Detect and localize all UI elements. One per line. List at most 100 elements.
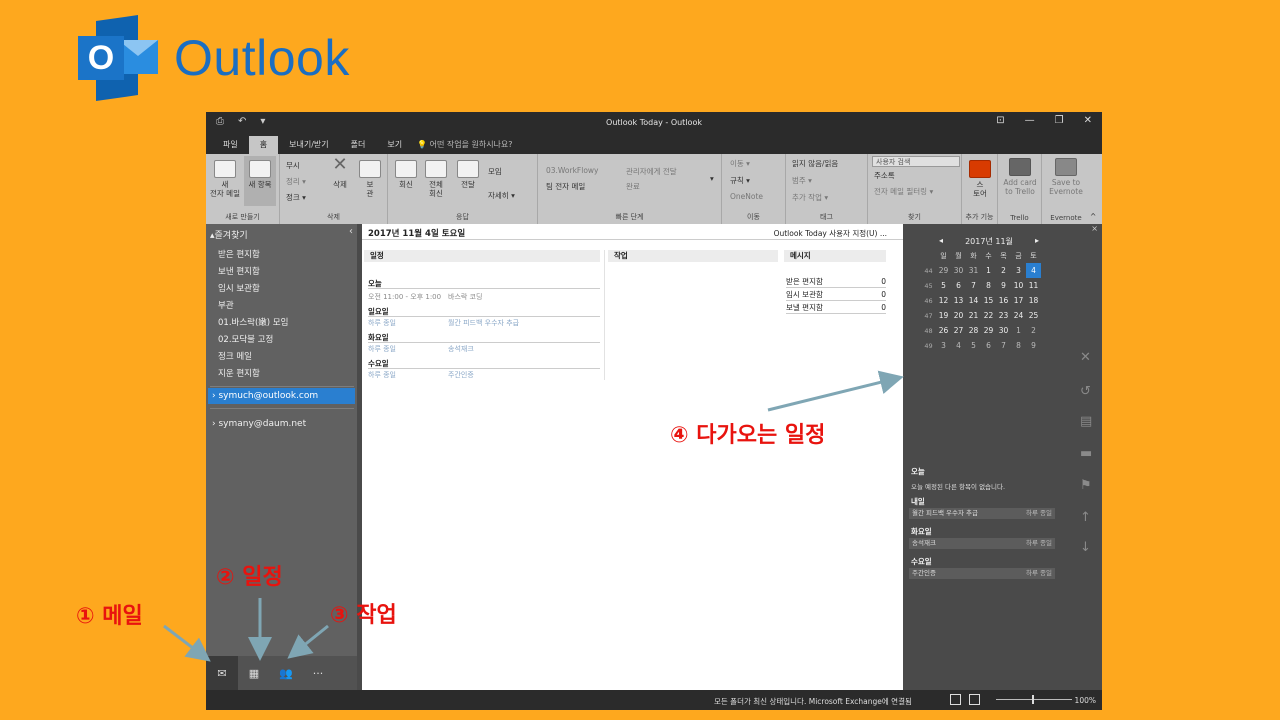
tab-folder[interactable]: 폴더 [340, 136, 377, 154]
quickstep-workflowy[interactable]: 03.WorkFlowy [546, 166, 598, 175]
calendar-day[interactable]: 9 [996, 278, 1011, 293]
maximize-button[interactable]: ❐ [1055, 115, 1064, 126]
new-items-button[interactable]: 새 항목 [244, 156, 276, 206]
collapse-ribbon-icon[interactable]: ^ [1090, 212, 1096, 221]
reply-icon[interactable]: ↺ [1080, 384, 1091, 399]
calendar-day[interactable]: 27 [951, 323, 966, 338]
save-to-evernote-button[interactable]: Save to Evernote [1044, 158, 1088, 196]
message-row-outbox[interactable]: 보낼 편지함 0 [786, 302, 886, 314]
calendar-day[interactable]: 16 [996, 293, 1011, 308]
prev-month-icon[interactable]: ◂ [939, 236, 943, 247]
quickstep-team-mail[interactable]: 팀 전자 메일 [546, 181, 585, 192]
unread-read-button[interactable]: 읽지 않음/읽음 [792, 158, 838, 169]
calendar-day-today[interactable]: 4 [1026, 263, 1041, 278]
calendar-day[interactable]: 1 [981, 263, 996, 278]
address-book-button[interactable]: 주소록 [874, 170, 895, 181]
calendar-day[interactable]: 7 [966, 278, 981, 293]
folder-inbox[interactable]: 받은 편지함 [218, 248, 260, 260]
zoom-level[interactable]: 100% [1075, 696, 1096, 705]
customize-today-link[interactable]: Outlook Today 사용자 지정(U) ... [774, 228, 887, 239]
appointment-time[interactable]: 하루 종일 [368, 370, 396, 380]
archive-icon[interactable]: ▬ [1080, 446, 1092, 461]
calendar-day[interactable]: 24 [1011, 308, 1026, 323]
tab-view[interactable]: 보기 [376, 136, 413, 154]
calendar-day[interactable]: 3 [1011, 263, 1026, 278]
reading-view-button[interactable] [969, 694, 980, 705]
agenda-item[interactable]: 주간인증 하루 종일 [909, 568, 1055, 579]
arrow-down-icon[interactable]: ↓ [1080, 540, 1091, 555]
calendar-day[interactable]: 6 [981, 338, 996, 353]
minimize-button[interactable]: — [1025, 115, 1035, 126]
calendar-day[interactable]: 15 [981, 293, 996, 308]
calendar-day[interactable]: 4 [951, 338, 966, 353]
account-symany[interactable]: › symany@daum.net [208, 416, 355, 432]
calendar-day[interactable]: 30 [951, 263, 966, 278]
meeting-button[interactable]: 모임 [488, 166, 502, 177]
calendar-day[interactable]: 1 [1011, 323, 1026, 338]
appointment-subject[interactable]: 송석재크 [448, 344, 474, 354]
messages-column-header[interactable]: 메시지 [784, 250, 886, 262]
delete-button[interactable]: ✕ 삭제 [328, 156, 352, 190]
tasks-column-header[interactable]: 작업 [608, 250, 778, 262]
calendar-day[interactable]: 8 [981, 278, 996, 293]
move-button[interactable]: 이동 ▾ [730, 158, 750, 169]
calendar-day[interactable]: 18 [1026, 293, 1041, 308]
close-todo-icon[interactable]: × [1091, 224, 1098, 233]
calendar-day[interactable]: 28 [966, 323, 981, 338]
reply-all-button[interactable]: 전체 회신 [422, 160, 450, 198]
agenda-item[interactable]: 송석재크 하루 종일 [909, 538, 1055, 549]
tab-send-receive[interactable]: 보내기/받기 [278, 136, 340, 154]
search-people-input[interactable]: 사용자 검색 [872, 156, 960, 167]
message-row-drafts[interactable]: 임시 보관함 0 [786, 289, 886, 301]
calendar-day[interactable]: 14 [966, 293, 981, 308]
archive-button[interactable]: 보 관 [356, 160, 384, 198]
calendar-day[interactable]: 29 [936, 263, 951, 278]
calendar-day[interactable]: 31 [966, 263, 981, 278]
forward-button[interactable]: 전달 [454, 160, 482, 189]
calendar-day[interactable]: 26 [936, 323, 951, 338]
more-icon[interactable]: ··· [302, 656, 334, 690]
calendar-day[interactable]: 12 [936, 293, 951, 308]
ribbon-display-icon[interactable]: ⊡ [996, 115, 1004, 126]
calendar-day[interactable]: 3 [936, 338, 951, 353]
calendar-day[interactable]: 2 [996, 263, 1011, 278]
mail-icon[interactable]: ✉ [206, 656, 238, 690]
calendar-day[interactable]: 23 [996, 308, 1011, 323]
folder-campfire[interactable]: 02.모닥불 고정 [218, 333, 273, 345]
tab-home[interactable]: 홈 [248, 136, 279, 154]
appointment-time[interactable]: 하루 종일 [368, 318, 396, 328]
collapse-pane-icon[interactable]: ‹ [349, 226, 353, 237]
zoom-slider[interactable] [996, 695, 1072, 704]
calendar-day[interactable]: 5 [966, 338, 981, 353]
calendar-icon[interactable]: ▦ [238, 656, 270, 690]
tab-file[interactable]: 파일 [212, 136, 249, 154]
categorize-button[interactable]: 범주 ▾ [792, 175, 812, 186]
reply-button[interactable]: 회신 [392, 160, 420, 189]
onenote-button[interactable]: OneNote [730, 192, 763, 201]
calendar-column-header[interactable]: 일정 [364, 250, 600, 262]
favorites-header[interactable]: ▴즐겨찾기 [210, 228, 248, 241]
folder-basrak[interactable]: 01.바스락(嫩) 모임 [218, 316, 288, 328]
message-row-inbox[interactable]: 받은 편지함 0 [786, 276, 886, 288]
calendar-day[interactable]: 6 [951, 278, 966, 293]
filter-mail-button[interactable]: 전자 메일 필터링 ▾ [874, 186, 933, 197]
calendar-day[interactable]: 8 [1011, 338, 1026, 353]
appointment-time[interactable]: 하루 종일 [368, 344, 396, 354]
followup-button[interactable]: 추가 작업 ▾ [792, 192, 828, 203]
normal-view-button[interactable] [950, 694, 961, 705]
add-to-trello-button[interactable]: Add card to Trello [1000, 158, 1040, 196]
people-icon[interactable]: 👥 [270, 656, 302, 690]
cleanup-button[interactable]: 정리 ▾ [286, 176, 306, 187]
calendar-day[interactable]: 13 [951, 293, 966, 308]
appointment-time[interactable]: 오전 11:00 - 오후 1:00 [368, 292, 441, 302]
calendar-day[interactable]: 22 [981, 308, 996, 323]
calendar-day[interactable]: 9 [1026, 338, 1041, 353]
calendar-day[interactable]: 30 [996, 323, 1011, 338]
close-button[interactable]: ✕ [1084, 115, 1092, 126]
quickstep-to-manager[interactable]: 관리자에게 전달 [626, 166, 677, 177]
more-respond-button[interactable]: 자세히 ▾ [488, 190, 515, 201]
store-button[interactable]: 스 토어 [966, 160, 994, 198]
ignore-button[interactable]: 무시 [286, 160, 300, 171]
account-symuch[interactable]: › symuch@outlook.com [208, 388, 355, 404]
quickstep-expand-icon[interactable]: ▾ [710, 174, 714, 183]
